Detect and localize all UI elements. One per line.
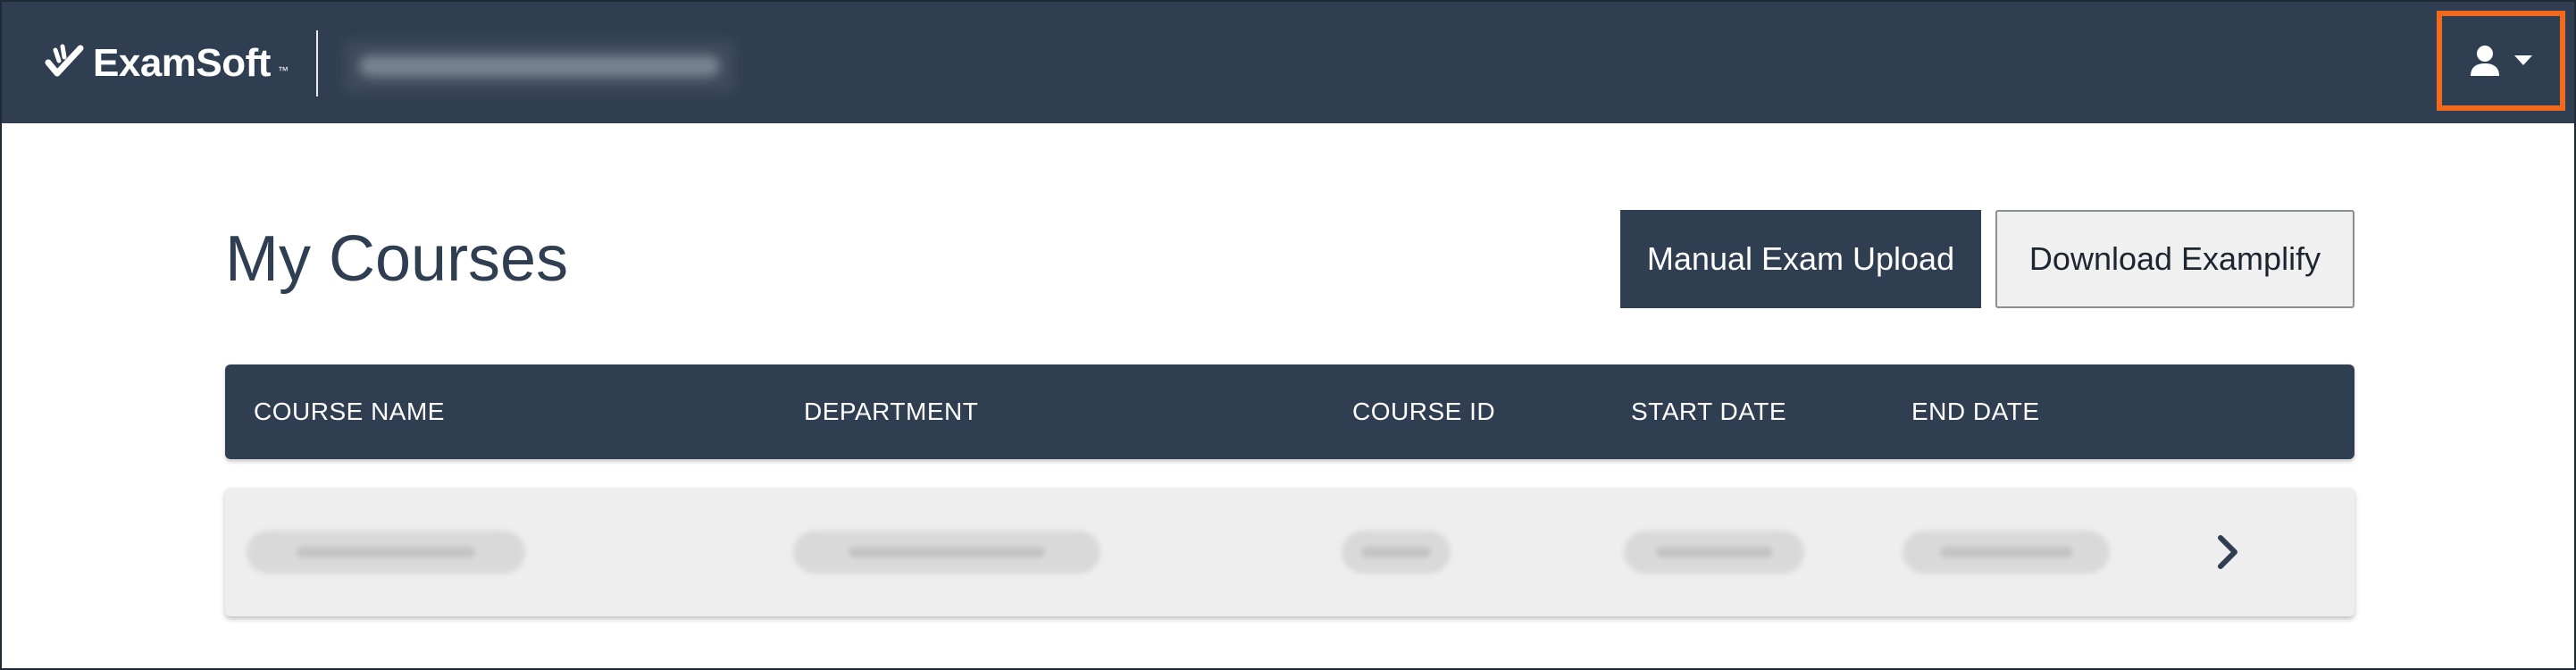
download-examplify-button[interactable]: Download Examplify bbox=[1995, 210, 2354, 308]
column-header-end-date[interactable]: END DATE bbox=[1911, 364, 2040, 459]
organization-name-redacted bbox=[343, 39, 736, 93]
end-date-cell-redacted bbox=[1903, 531, 2110, 574]
top-navigation-bar: ExamSoft ™ bbox=[2, 2, 2574, 123]
chevron-right-icon[interactable] bbox=[2206, 531, 2249, 574]
caret-down-icon bbox=[2514, 55, 2532, 65]
user-icon bbox=[2471, 46, 2499, 76]
examsoft-logo-icon bbox=[45, 44, 84, 77]
column-header-start-date[interactable]: START DATE bbox=[1631, 364, 1786, 459]
brand-name: ExamSoft bbox=[93, 41, 271, 85]
start-date-cell-redacted bbox=[1624, 531, 1804, 574]
column-header-department[interactable]: DEPARTMENT bbox=[804, 364, 978, 459]
manual-exam-upload-button[interactable]: Manual Exam Upload bbox=[1620, 210, 1981, 308]
course-name-cell-redacted bbox=[247, 531, 525, 574]
column-header-course-id[interactable]: COURSE ID bbox=[1352, 364, 1495, 459]
department-cell-redacted bbox=[793, 531, 1100, 574]
table-row[interactable] bbox=[225, 488, 2354, 616]
header-divider bbox=[316, 30, 318, 96]
page-title: My Courses bbox=[225, 223, 569, 295]
examsoft-logo[interactable]: ExamSoft ™ bbox=[45, 41, 289, 86]
brand-trademark: ™ bbox=[277, 64, 289, 77]
column-header-course-name[interactable]: COURSE NAME bbox=[254, 364, 445, 459]
course-id-cell-redacted bbox=[1342, 531, 1451, 574]
courses-table-header: COURSE NAME DEPARTMENT COURSE ID START D… bbox=[225, 364, 2354, 459]
user-menu-button[interactable] bbox=[2437, 11, 2565, 111]
